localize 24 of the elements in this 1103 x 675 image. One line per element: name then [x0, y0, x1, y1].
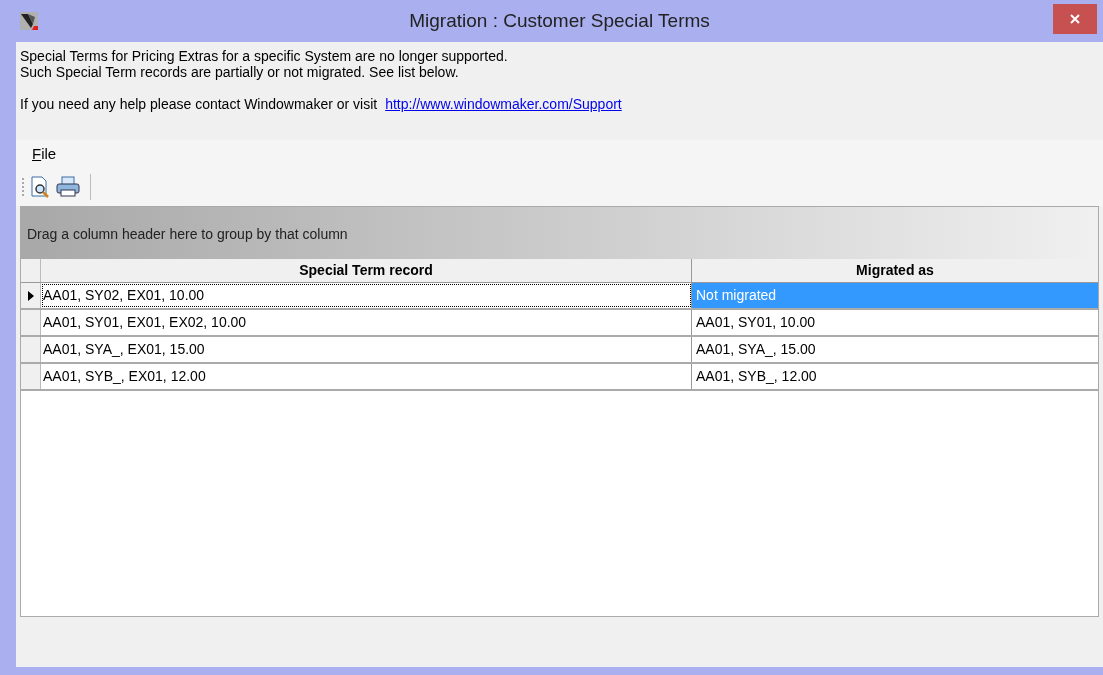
close-button[interactable] [1053, 4, 1097, 34]
table-cell: AA01, SY02, EX01, 10.00 [41, 283, 692, 308]
menu-item[interactable]: File [30, 142, 59, 166]
row-indicator[interactable] [21, 283, 41, 308]
info-text: Such Special Term records are partially or not migrated. See list below. [20, 64, 460, 80]
printer-icon[interactable] [56, 176, 80, 198]
table-cell-text: AA01, SYB_, 12.00 [695, 367, 818, 386]
column-header[interactable]: Special Term record [41, 259, 692, 282]
close-icon [1070, 14, 1080, 24]
group-panel-hint: Drag a column header here to group by that column [27, 225, 348, 244]
current-row-icon [27, 290, 34, 301]
info-text: Special Terms for Pricing Extras for a specific System are no longer supported. [20, 48, 509, 64]
table-cell: AA01, SY01, EX01, EX02, 10.00 [41, 310, 692, 335]
window-title: Migration : Customer Special Terms [408, 8, 711, 33]
help-text: If you need any help please contact Windowmaker or visit [20, 96, 378, 112]
app-logo-icon [20, 12, 38, 30]
table-cell-text: AA01, SY01, 10.00 [695, 313, 817, 332]
table-cell-text: AA01, SYA_, 15.00 [695, 340, 817, 359]
table-cell: Not migrated [692, 283, 1098, 308]
column-header[interactable]: Migrated as [692, 259, 1098, 282]
table-cell: AA01, SYA_, EX01, 15.00 [41, 337, 692, 362]
print-preview-icon[interactable] [30, 176, 50, 198]
table-cell: AA01, SYB_, EX01, 12.00 [41, 364, 692, 389]
support-link[interactable]: http://www.windowmaker.com/Support [385, 96, 622, 112]
